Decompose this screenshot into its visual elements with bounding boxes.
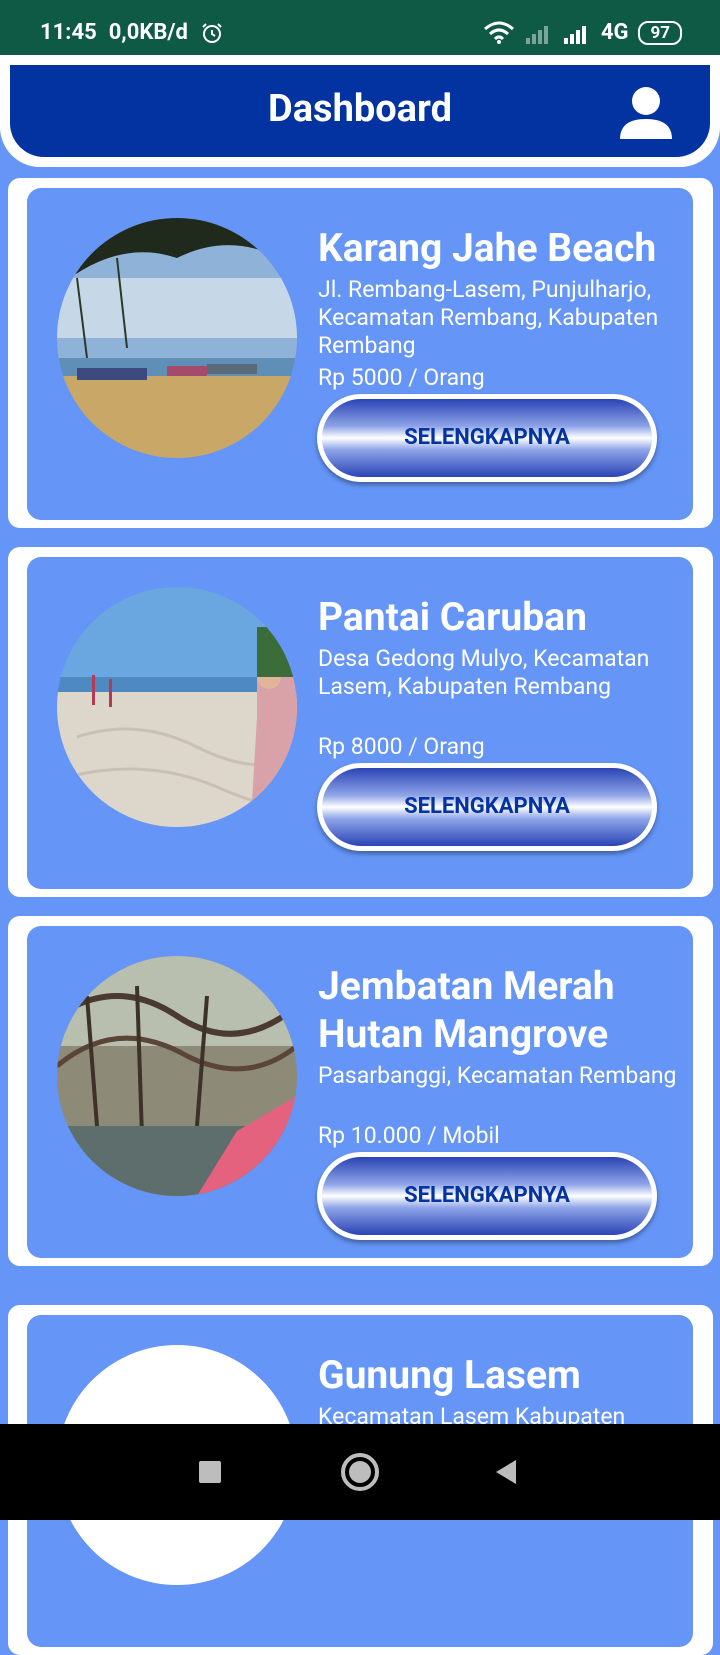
destination-card: Pantai Caruban Desa Gedong Mulyo, Kecama… [8,547,713,897]
destination-card: Karang Jahe Beach Jl. Rembang-Lasem, Pun… [8,178,713,528]
destination-photo [57,956,297,1196]
card-price: Rp 8000 / Orang [318,733,485,760]
card-title: Jembatan Merah Hutan Mangrove [318,963,615,1057]
card-title: Karang Jahe Beach [318,225,657,271]
signal-icon [563,25,586,44]
alarm-icon [202,22,222,43]
card-body: Karang Jahe Beach Jl. Rembang-Lasem, Pun… [27,188,693,520]
home-icon[interactable] [340,1452,380,1492]
card-address: Pasarbanggi, Kecamatan Rembang [318,1062,677,1089]
app-header: Dashboard [10,65,710,157]
destination-card: Jembatan Merah Hutan Mangrove Pasarbangg… [8,916,713,1266]
detail-button[interactable]: SELENGKAPNYA [317,763,657,851]
back-icon[interactable] [492,1458,520,1486]
status-left: 11:45 0,0KB/d [40,20,224,45]
detail-button[interactable]: SELENGKAPNYA [317,1152,657,1240]
wifi-icon [483,21,514,44]
network-type: 4G [600,20,629,45]
battery-level: 97 [638,20,682,45]
card-price: Rp 5000 / Orang [318,364,485,391]
status-right: 4G 97 [483,20,682,45]
status-net-speed: 0,0KB/d [108,20,188,45]
card-title: Pantai Caruban [318,594,587,640]
header-frame: Dashboard [0,55,720,167]
navigation-bar [0,1424,720,1520]
recent-apps-icon[interactable] [198,1460,222,1484]
card-address: Jl. Rembang-Lasem, Punjulharjo, Kecamata… [318,276,659,359]
signal-icon [525,25,548,44]
destination-photo [57,218,297,458]
page-title: Dashboard [268,87,452,131]
card-address: Desa Gedong Mulyo, Kecamatan Lasem, Kabu… [318,645,650,700]
card-body: Pantai Caruban Desa Gedong Mulyo, Kecama… [27,557,693,889]
card-title: Gunung Lasem [318,1352,581,1398]
destination-photo [57,587,297,827]
card-body: Jembatan Merah Hutan Mangrove Pasarbangg… [27,926,693,1258]
status-time: 11:45 [40,20,97,45]
profile-icon[interactable] [618,85,674,141]
card-price: Rp 10.000 / Mobil [318,1122,500,1149]
detail-button[interactable]: SELENGKAPNYA [317,394,657,482]
